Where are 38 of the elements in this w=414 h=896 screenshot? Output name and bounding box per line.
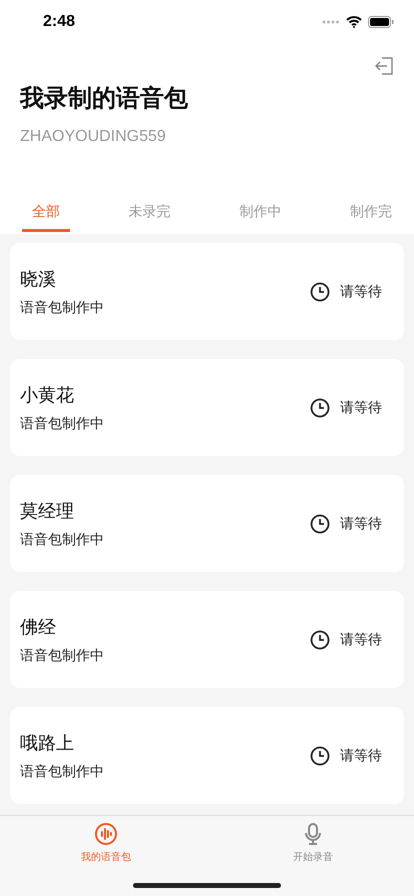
page-title: 我录制的语音包 (20, 83, 189, 114)
filter-tab[interactable]: 制作完 (340, 194, 402, 232)
pack-name: 佛经 (20, 616, 57, 638)
clock-icon (310, 398, 330, 418)
clock-icon (310, 630, 330, 650)
pack-status: 语音包制作中 (20, 646, 104, 664)
wait-label: 请等待 (340, 514, 382, 532)
voice-pack-card[interactable]: 佛经 语音包制作中 请等待 (10, 591, 404, 688)
filter-tab[interactable]: 未录完 (118, 194, 181, 232)
filter-tab[interactable]: 制作中 (229, 194, 292, 232)
wait-label: 请等待 (340, 630, 382, 648)
pack-name: 莫经理 (20, 500, 75, 522)
nav-tab[interactable]: 开始录音 (287, 822, 339, 864)
pack-name: 哦路上 (20, 732, 75, 754)
pack-status: 语音包制作中 (20, 414, 104, 432)
voice-pack-card[interactable]: 莫经理 语音包制作中 请等待 (10, 475, 404, 572)
voice-pack-card[interactable]: 晓溪 语音包制作中 请等待 (10, 243, 404, 340)
status-time: 2:48 (43, 13, 76, 31)
clock-icon (310, 746, 330, 766)
wait-label: 请等待 (340, 746, 382, 764)
battery-icon (368, 16, 394, 28)
wait-label: 请等待 (340, 282, 382, 300)
signal-icon (322, 20, 340, 24)
voice-pack-card[interactable]: 小黄花 语音包制作中 请等待 (10, 359, 404, 456)
exit-icon[interactable] (374, 56, 394, 76)
pack-status: 语音包制作中 (20, 530, 104, 548)
user-id: ZHAOYOUDING559 (20, 128, 167, 146)
pack-status: 语音包制作中 (20, 298, 104, 316)
clock-icon (310, 282, 330, 302)
voice-pack-card[interactable]: 哦路上 语音包制作中 请等待 (10, 707, 404, 804)
pack-status: 语音包制作中 (20, 762, 104, 780)
wait-label: 请等待 (340, 398, 382, 416)
pack-name: 晓溪 (20, 268, 57, 290)
sound-wave-icon (94, 822, 118, 846)
pack-name: 小黄花 (20, 384, 75, 406)
clock-icon (310, 514, 330, 534)
nav-tab[interactable]: 我的语音包 (75, 822, 137, 864)
wifi-icon (346, 16, 362, 28)
